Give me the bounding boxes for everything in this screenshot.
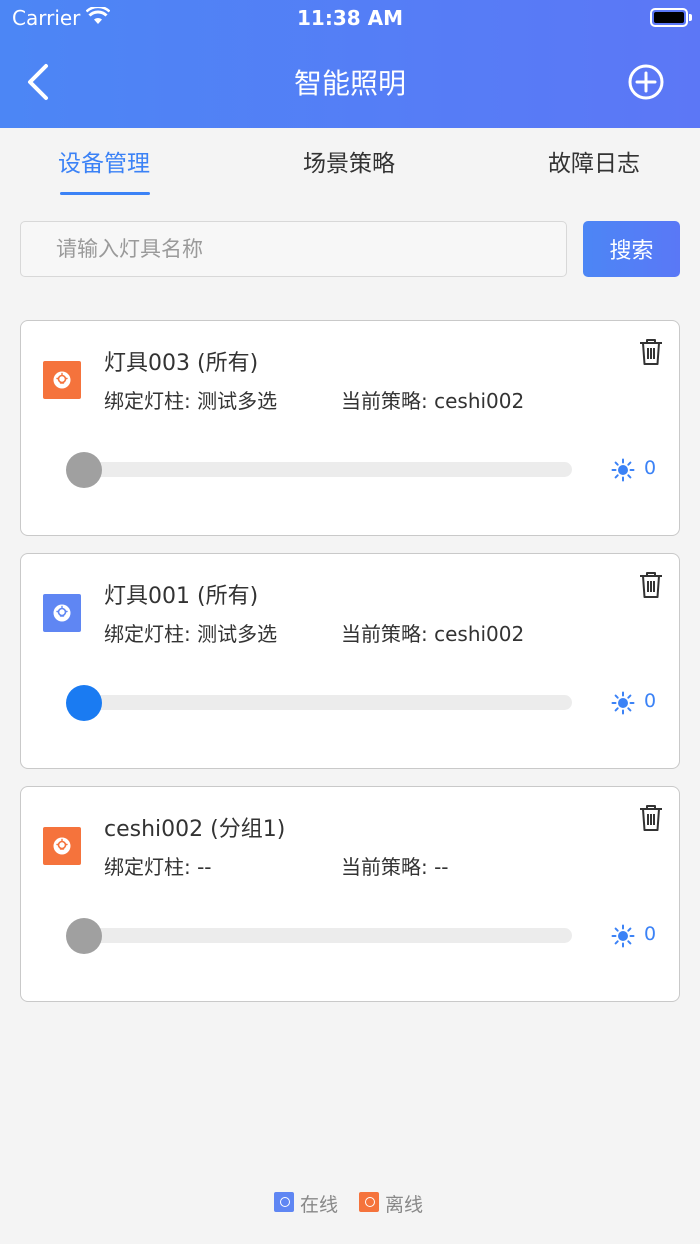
lamp-icon — [43, 361, 81, 399]
delete-button[interactable] — [637, 803, 665, 833]
tab-fault-log[interactable]: 故障日志 — [548, 144, 640, 178]
add-circle-icon — [628, 64, 664, 100]
delete-button[interactable] — [637, 337, 665, 367]
current-strategy: 当前策略: -- — [341, 855, 449, 879]
device-name: ceshi002 (分组1) — [104, 817, 286, 842]
offline-legend-icon — [359, 1192, 379, 1212]
bound-pole: 绑定灯柱: 测试多选 — [104, 622, 278, 646]
brightness-value: 0 — [644, 457, 657, 479]
clock: 11:38 AM — [296, 6, 403, 30]
device-name: 灯具003 (所有) — [104, 351, 259, 376]
battery-icon — [650, 8, 692, 27]
device-name: 灯具001 (所有) — [104, 584, 259, 609]
lamp-icon — [43, 594, 81, 632]
bound-pole: 绑定灯柱: 测试多选 — [104, 389, 278, 413]
tab-bar: 设备管理 场景策略 故障日志 — [0, 128, 700, 198]
delete-button[interactable] — [637, 570, 665, 600]
current-strategy: 当前策略: ceshi002 — [341, 622, 525, 646]
sun-icon — [611, 458, 635, 482]
device-card: 灯具001 (所有) 绑定灯柱: 测试多选 当前策略: ceshi002 0 — [20, 553, 680, 769]
brightness-slider-thumb[interactable] — [66, 452, 102, 488]
trash-icon — [640, 572, 662, 598]
trash-icon — [640, 805, 662, 831]
brightness-value: 0 — [644, 690, 657, 712]
online-legend-label: 在线 — [300, 1194, 339, 1216]
trash-icon — [640, 339, 662, 365]
brightness-slider-track[interactable] — [84, 928, 572, 943]
app-header: Carrier 11:38 AM 智能照明 — [0, 0, 700, 128]
device-card: ceshi002 (分组1) 绑定灯柱: -- 当前策略: -- 0 — [20, 786, 680, 1002]
current-strategy: 当前策略: ceshi002 — [341, 389, 525, 413]
brightness-slider-thumb[interactable] — [66, 918, 102, 954]
online-legend-icon — [274, 1192, 294, 1212]
offline-legend-label: 离线 — [385, 1194, 424, 1216]
tab-scene-strategy[interactable]: 场景策略 — [303, 144, 395, 178]
brightness-slider-thumb[interactable] — [66, 685, 102, 721]
brightness-value: 0 — [644, 923, 657, 945]
lamp-icon — [43, 827, 81, 865]
tab-device-management[interactable]: 设备管理 — [58, 144, 150, 178]
status-legend: 在线 离线 — [0, 1188, 700, 1218]
bound-pole: 绑定灯柱: -- — [104, 855, 212, 879]
brightness-slider-track[interactable] — [84, 695, 572, 710]
status-bar: Carrier 11:38 AM — [0, 0, 700, 36]
sun-icon — [611, 924, 635, 948]
page-title: 智能照明 — [293, 67, 406, 100]
device-card: 灯具003 (所有) 绑定灯柱: 测试多选 当前策略: ceshi002 0 — [20, 320, 680, 536]
sun-icon — [611, 691, 635, 715]
add-device-button[interactable] — [626, 62, 666, 102]
brightness-slider-track[interactable] — [84, 462, 572, 477]
search-input[interactable] — [20, 221, 567, 277]
search-button[interactable]: 搜索 — [583, 221, 680, 277]
active-tab-indicator — [60, 192, 150, 195]
